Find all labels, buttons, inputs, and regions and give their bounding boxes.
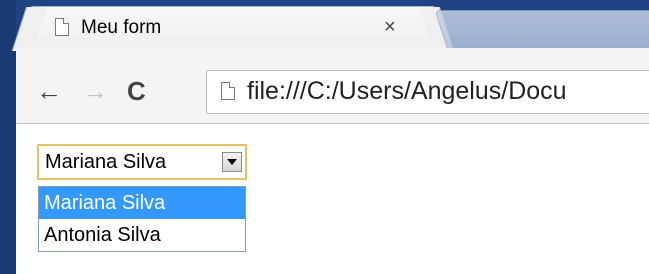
new-tab-button[interactable] [434, 10, 649, 50]
reload-icon[interactable]: C [127, 78, 146, 104]
page-icon [221, 82, 235, 100]
select-option-mariana-silva[interactable]: Mariana Silva [39, 187, 245, 219]
select-option-antonia-silva[interactable]: Antonia Silva [39, 219, 245, 251]
select-value: Mariana Silva [45, 151, 167, 173]
page-content: Mariana Silva Mariana Silva Antonia Silv… [16, 124, 649, 274]
url-text: file:///C:/Users/Angelus/Docu [247, 77, 567, 105]
tab-strip: Meu form × [16, 0, 649, 50]
name-select[interactable]: Mariana Silva [37, 144, 247, 180]
tab-meu-form[interactable]: Meu form × [28, 6, 438, 50]
tab-title: Meu form [81, 17, 162, 38]
address-bar[interactable]: file:///C:/Users/Angelus/Docu [206, 70, 649, 114]
window-frame [0, 0, 16, 274]
back-icon[interactable]: ← [36, 78, 62, 104]
page-icon [55, 18, 69, 36]
chevron-down-icon[interactable] [222, 152, 242, 172]
forward-icon[interactable]: → [82, 78, 108, 104]
select-dropdown-list: Mariana Silva Antonia Silva [38, 186, 246, 252]
browser-toolbar: ← → C file:///C:/Users/Angelus/Docu [16, 48, 649, 124]
close-icon[interactable]: × [384, 16, 396, 39]
